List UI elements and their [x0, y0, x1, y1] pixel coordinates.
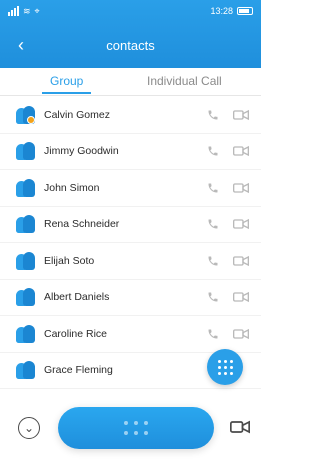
phone-icon[interactable] — [205, 145, 221, 157]
phone-icon[interactable] — [205, 218, 221, 230]
video-icon[interactable] — [233, 328, 249, 340]
location-icon: ⌖ — [34, 5, 40, 16]
video-icon[interactable] — [233, 145, 249, 157]
avatar — [16, 361, 36, 380]
status-time: 13:28 — [210, 6, 233, 16]
dialpad-icon — [217, 359, 233, 375]
phone-icon[interactable] — [205, 109, 221, 121]
top-bar: ≋ ⌖ 13:28 ‹ contacts — [0, 0, 261, 68]
contact-name: Caroline Rice — [44, 327, 108, 340]
list-item[interactable]: Elijah Soto — [0, 243, 261, 280]
dialpad-button[interactable] — [58, 407, 214, 449]
contact-name: John Simon — [44, 181, 100, 194]
phone-icon[interactable] — [205, 291, 221, 303]
status-bar: ≋ ⌖ 13:28 — [0, 0, 261, 22]
contact-name: Albert Daniels — [44, 291, 110, 304]
list-item[interactable]: Jimmy Goodwin — [0, 134, 261, 170]
status-badge — [27, 115, 35, 124]
status-right: 13:28 — [210, 6, 253, 16]
dialpad-fab-button[interactable] — [207, 349, 243, 385]
video-icon[interactable] — [233, 291, 249, 303]
phone-icon[interactable] — [205, 182, 221, 194]
contact-name: Calvin Gomez — [44, 108, 110, 121]
signal-icon — [8, 6, 19, 16]
avatar — [16, 251, 36, 270]
tab-individual-call[interactable]: Individual Call — [147, 74, 222, 88]
row-actions — [205, 291, 249, 303]
video-icon[interactable] — [233, 182, 249, 194]
wifi-icon: ≋ — [23, 5, 31, 16]
avatar — [16, 215, 36, 234]
list-item[interactable]: Albert Daniels — [0, 280, 261, 316]
list-item[interactable]: Calvin Gomez — [0, 97, 261, 134]
contact-name: Rena Schneider — [44, 218, 120, 231]
page-title: contacts — [106, 37, 155, 53]
video-icon[interactable] — [233, 218, 249, 230]
row-actions — [205, 109, 249, 121]
avatar — [16, 324, 36, 343]
avatar — [16, 288, 36, 307]
row-actions — [205, 218, 249, 230]
status-left: ≋ ⌖ — [8, 6, 40, 17]
battery-icon — [237, 7, 253, 15]
list-item[interactable]: John Simon — [0, 170, 261, 207]
contact-name: Jimmy Goodwin — [44, 145, 119, 158]
phone-icon[interactable] — [205, 328, 221, 340]
contact-name: Elijah Soto — [44, 254, 95, 267]
dialpad-icon — [124, 421, 148, 435]
avatar — [16, 178, 36, 197]
row-actions — [205, 145, 249, 157]
avatar — [16, 142, 36, 161]
nav-row: ‹ contacts — [0, 30, 261, 60]
list-item[interactable]: Caroline Rice — [0, 316, 261, 353]
contact-name: Grace Fleming — [44, 364, 113, 377]
list-item[interactable]: Rena Schneider — [0, 207, 261, 243]
row-actions — [205, 328, 249, 340]
tab-group[interactable]: Group — [41, 74, 92, 94]
row-actions — [205, 182, 249, 194]
avatar — [16, 105, 36, 124]
video-icon[interactable] — [233, 255, 249, 267]
back-arrow-icon[interactable]: ‹ — [10, 34, 32, 56]
row-actions — [205, 255, 249, 267]
tabs: Group Individual Call — [0, 68, 261, 96]
video-icon[interactable] — [233, 109, 249, 121]
bottom-bar: ⌄ — [0, 394, 261, 464]
video-icon[interactable] — [230, 420, 250, 434]
contacts-list: Calvin Gomez Jimmy Goodwin John Simon Re… — [0, 97, 261, 389]
phone-icon[interactable] — [205, 255, 221, 267]
chevron-down-circle-icon[interactable]: ⌄ — [18, 417, 40, 439]
